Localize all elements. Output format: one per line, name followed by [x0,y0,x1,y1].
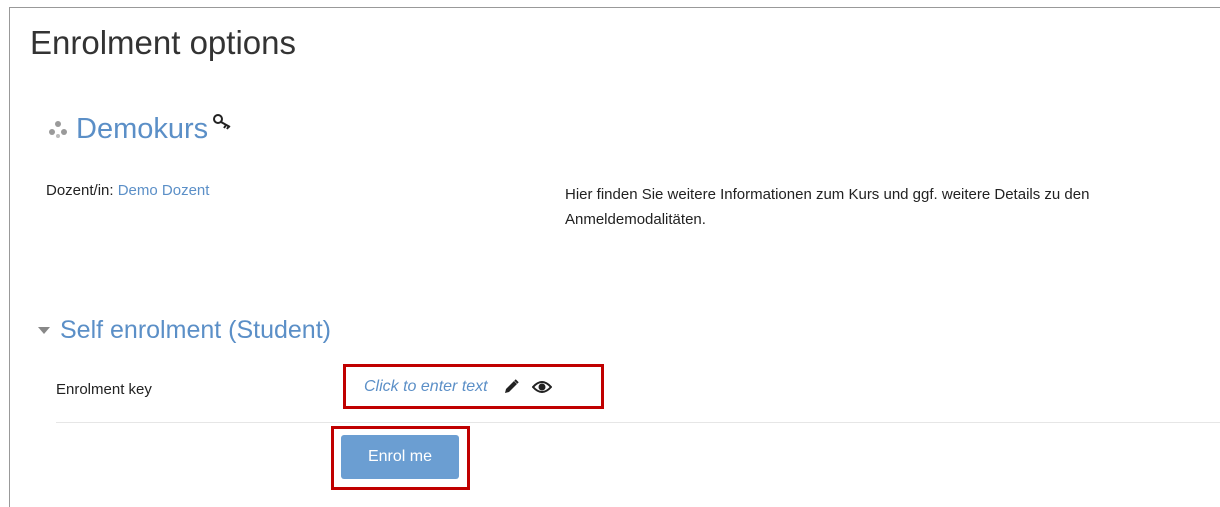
caret-down-icon[interactable] [38,327,50,334]
course-dots-icon [49,120,67,138]
key-icon [213,113,231,130]
enrolment-key-field[interactable]: Click to enter text [343,364,604,409]
teacher-label: Dozent/in: [46,182,114,199]
teacher-info: Dozent/in: Demo Dozent [46,182,209,199]
course-name-link[interactable]: Demokurs [76,113,208,146]
eye-icon[interactable] [531,379,552,395]
enrolment-key-label: Enrolment key [56,381,152,398]
enrol-me-button[interactable]: Enrol me [341,435,459,479]
course-heading: Demokurs [48,113,234,146]
self-enrolment-heading[interactable]: Self enrolment (Student) [38,316,331,345]
page-title: Enrolment options [30,24,296,61]
divider [56,422,1220,423]
pencil-icon[interactable] [502,378,520,396]
enrolment-key-input[interactable]: Click to enter text [364,378,488,396]
course-summary: Hier finden Sie weitere Informationen zu… [565,186,1090,228]
page-frame [9,7,1220,507]
self-enrolment-title: Self enrolment (Student) [60,316,331,344]
teacher-link[interactable]: Demo Dozent [118,182,210,199]
